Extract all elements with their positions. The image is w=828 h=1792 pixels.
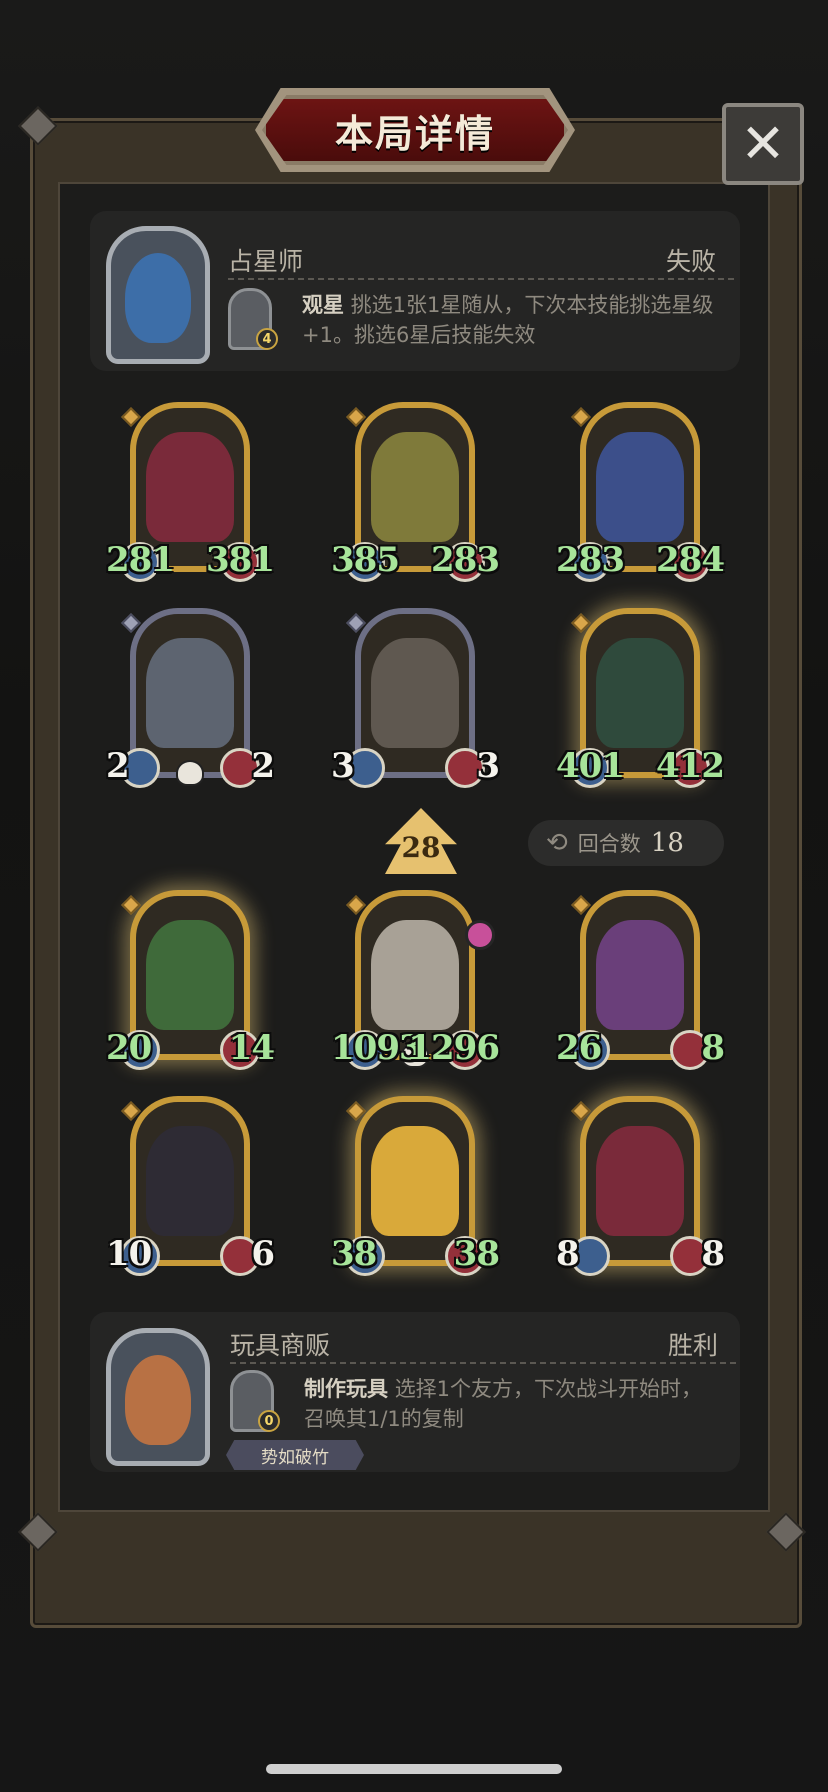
minion-art bbox=[371, 920, 459, 1030]
close-button[interactable]: ✕ bbox=[722, 103, 804, 185]
toy-vendor-avatar bbox=[125, 1355, 191, 1445]
opponent-minion-card[interactable]: 401 412 bbox=[556, 608, 725, 796]
opponent-minion-card[interactable]: 283 284 bbox=[556, 402, 725, 590]
close-icon: ✕ bbox=[740, 112, 786, 175]
minion-art bbox=[596, 1126, 684, 1236]
hero-power-text: 挑选1张1星随从，下次本技能挑选星级+1。挑选6星后技能失效 bbox=[302, 293, 714, 347]
player-minion-card[interactable]: 26 8 bbox=[556, 890, 725, 1078]
minion-health: 412 bbox=[656, 746, 725, 786]
player-result: 胜利 bbox=[668, 1331, 719, 1360]
poison-icon bbox=[465, 920, 495, 950]
turn-counter-value: 18 bbox=[650, 828, 684, 858]
minion-art bbox=[146, 638, 234, 748]
minion-attack: 2 bbox=[106, 746, 130, 786]
minion-art bbox=[371, 1126, 459, 1236]
minion-attack: 3 bbox=[331, 746, 355, 786]
minion-health: 8 bbox=[701, 1028, 725, 1068]
opponent-minion-card[interactable]: 385 283 bbox=[331, 402, 500, 590]
hero-power-description: 制作玩具 选择1个友方，下次战斗开始时，召唤其1/1的复制 bbox=[304, 1374, 704, 1434]
home-indicator[interactable] bbox=[266, 1764, 562, 1774]
opponent-hero-name: 占星师 bbox=[228, 247, 304, 276]
tavern-tier-value: 28 bbox=[401, 831, 441, 864]
minion-attack: 283 bbox=[556, 540, 625, 580]
hero-power-level: 4 bbox=[256, 328, 278, 350]
player-hero-portrait[interactable] bbox=[106, 1328, 210, 1466]
minion-art bbox=[371, 638, 459, 748]
minion-art bbox=[146, 1126, 234, 1236]
deathrattle-skull-icon bbox=[176, 760, 204, 786]
player-hero-name: 玩具商贩 bbox=[230, 1331, 331, 1360]
opponent-minion-card[interactable]: 22 bbox=[106, 608, 275, 796]
title-plaque: 本局详情 bbox=[262, 95, 568, 165]
divider bbox=[230, 1362, 736, 1364]
minion-attack: 281 bbox=[106, 540, 175, 580]
opponent-hero-portrait[interactable] bbox=[106, 226, 210, 364]
streak-tag: 势如破竹 bbox=[226, 1440, 364, 1470]
minion-attack: 26 bbox=[556, 1028, 602, 1068]
minion-health: 3 bbox=[476, 746, 500, 786]
minion-attack: 401 bbox=[556, 746, 625, 786]
turn-counter-label: 回合数 bbox=[577, 832, 641, 856]
minion-health: 1296 bbox=[408, 1028, 500, 1068]
minion-health: 381 bbox=[206, 540, 275, 580]
turn-cycle-icon: ⟲ bbox=[546, 828, 568, 858]
minion-art bbox=[146, 920, 234, 1030]
game-screen: 本局详情 ✕ 占星师 失败 4 观星 挑选1张1星随从，下次本技能挑选星级+1。… bbox=[0, 0, 828, 1792]
minion-health: 14 bbox=[228, 1028, 275, 1068]
opponent-minion-card[interactable]: 281 381 bbox=[106, 402, 275, 590]
player-minion-card[interactable]: 20 14 bbox=[106, 890, 275, 1078]
minion-health: 283 bbox=[431, 540, 500, 580]
player-minion-card[interactable]: 88 bbox=[556, 1096, 725, 1284]
astrologer-avatar bbox=[125, 253, 191, 343]
minion-health: 2 bbox=[251, 746, 275, 786]
panel-title: 本局详情 bbox=[334, 111, 495, 156]
hero-power-level: 0 bbox=[258, 1410, 280, 1432]
minion-attack: 385 bbox=[331, 540, 400, 580]
minion-art bbox=[371, 432, 459, 542]
divider bbox=[228, 278, 734, 280]
minion-art bbox=[596, 432, 684, 542]
minion-art bbox=[596, 920, 684, 1030]
minion-health: 38 bbox=[453, 1234, 500, 1274]
minion-health: 8 bbox=[701, 1234, 725, 1274]
player-minion-card[interactable]: 1093 1296 bbox=[331, 890, 500, 1078]
player-minion-card[interactable]: 38 38 bbox=[331, 1096, 500, 1284]
player-minion-card[interactable]: 10 6 bbox=[106, 1096, 275, 1284]
minion-attack: 20 bbox=[106, 1028, 152, 1068]
minion-art bbox=[596, 638, 684, 748]
hero-power-name: 观星 bbox=[302, 293, 344, 317]
minion-health: 6 bbox=[251, 1234, 275, 1274]
turn-counter: ⟲ 回合数 18 bbox=[528, 820, 724, 866]
minion-attack: 8 bbox=[556, 1234, 580, 1274]
opponent-minion-card[interactable]: 33 bbox=[331, 608, 500, 796]
minion-art bbox=[146, 432, 234, 542]
minion-health: 284 bbox=[656, 540, 725, 580]
hero-power-name: 制作玩具 bbox=[304, 1377, 388, 1401]
opponent-result: 失败 bbox=[666, 247, 717, 276]
minion-attack: 38 bbox=[331, 1234, 377, 1274]
hero-power-description: 观星 挑选1张1星随从，下次本技能挑选星级+1。挑选6星后技能失效 bbox=[302, 290, 722, 350]
minion-attack: 10 bbox=[106, 1234, 152, 1274]
